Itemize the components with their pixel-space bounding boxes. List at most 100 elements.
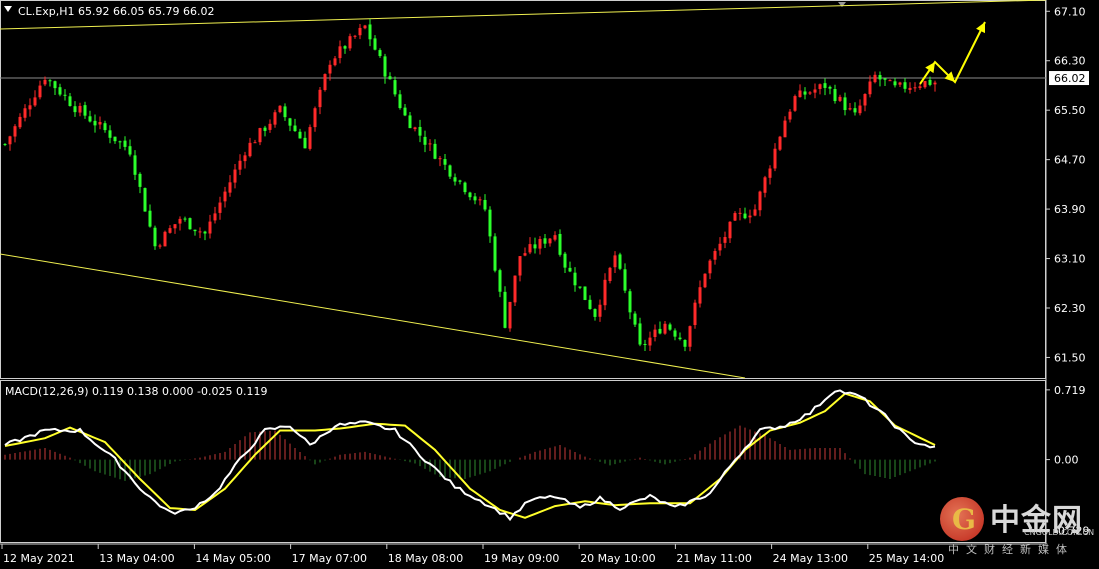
- candle-body: [148, 210, 152, 227]
- candle-body: [448, 165, 452, 177]
- candle-body: [23, 108, 27, 118]
- candle-body: [403, 107, 407, 116]
- cngold-watermark: G 中金网 CNGOLD.COM.CN 中文财经新媒体: [940, 495, 1095, 557]
- candle-body: [308, 127, 312, 149]
- price-tick-label: 63.90: [1054, 203, 1086, 216]
- candle: [693, 299, 697, 329]
- candle-body: [568, 267, 572, 272]
- candle: [323, 73, 327, 92]
- candle-body: [823, 83, 827, 88]
- candle-body: [713, 251, 717, 260]
- candle-body: [158, 245, 162, 247]
- candle-body: [808, 92, 812, 94]
- symbol-info: CL.Exp,H1 65.92 66.05 65.79 66.02: [18, 5, 214, 18]
- candle-body: [908, 87, 912, 90]
- candle-body: [233, 169, 237, 183]
- candle-body: [628, 291, 632, 313]
- candle-body: [678, 337, 682, 340]
- candle-body: [188, 218, 192, 230]
- candle-body: [378, 50, 382, 57]
- candle-body: [93, 120, 97, 126]
- candle-body: [498, 270, 502, 292]
- candle-body: [68, 96, 72, 106]
- candle-body: [18, 116, 22, 128]
- price-tick-label: 63.10: [1054, 253, 1086, 266]
- time-tick-label: 19 May 09:00: [484, 552, 559, 565]
- candle-body: [153, 227, 157, 247]
- candle-body: [833, 89, 837, 102]
- candle-body: [893, 81, 897, 86]
- candle-body: [838, 96, 842, 101]
- candle-body: [173, 224, 177, 229]
- candle-body: [478, 199, 482, 201]
- candle-body: [688, 326, 692, 347]
- candle-body: [878, 75, 882, 80]
- candle-body: [563, 253, 567, 268]
- time-tick-label: 18 May 08:00: [388, 552, 463, 565]
- candle-body: [338, 46, 342, 59]
- candle-body: [858, 105, 862, 114]
- candle-body: [143, 188, 147, 212]
- candle-body: [488, 209, 492, 237]
- price-tick-label: 67.10: [1054, 5, 1086, 18]
- candle-body: [618, 254, 622, 269]
- candle-body: [33, 97, 37, 106]
- price-chart[interactable]: CL.Exp,H1 65.92 66.05 65.79 66.02 67.10 6…: [0, 0, 1099, 569]
- candle-body: [653, 329, 657, 337]
- candle-body: [843, 97, 847, 111]
- candle: [703, 273, 707, 289]
- candle-body: [583, 286, 587, 300]
- candle-body: [73, 106, 77, 113]
- cngold-logo: G: [940, 497, 984, 541]
- candle-body: [853, 108, 857, 113]
- candle-body: [773, 148, 777, 169]
- candle: [143, 187, 147, 212]
- candle-body: [83, 105, 87, 116]
- candle-body: [883, 78, 887, 80]
- candle-body: [323, 74, 327, 91]
- candle-body: [613, 255, 617, 268]
- candle-body: [768, 168, 772, 178]
- candle-body: [108, 130, 112, 138]
- time-tick-label: 17 May 07:00: [292, 552, 367, 565]
- candle-body: [288, 118, 292, 126]
- candle-body: [648, 337, 652, 346]
- candle-body: [923, 81, 927, 88]
- candle-body: [463, 182, 467, 193]
- candle-body: [243, 155, 247, 162]
- candle-body: [28, 105, 32, 110]
- candle: [163, 230, 167, 247]
- candle-body: [343, 46, 347, 49]
- candle-body: [793, 96, 797, 111]
- candle-body: [888, 80, 892, 82]
- candle: [493, 233, 497, 273]
- candle-body: [543, 238, 547, 244]
- time-tick-label: 13 May 04:00: [99, 552, 174, 565]
- candle-body: [528, 244, 532, 253]
- candle-body: [723, 237, 727, 243]
- candle-body: [928, 79, 932, 85]
- candle-body: [693, 302, 697, 326]
- price-tick-label: 64.70: [1054, 154, 1086, 167]
- candle-body: [43, 79, 47, 85]
- candle-body: [738, 212, 742, 214]
- candle-body: [138, 173, 142, 187]
- candle-body: [258, 128, 262, 143]
- candle: [793, 94, 797, 112]
- candle-body: [263, 127, 267, 131]
- candle-body: [733, 213, 737, 221]
- candle-body: [588, 299, 592, 309]
- candle-body: [98, 122, 102, 125]
- candle-body: [433, 143, 437, 159]
- candle-body: [198, 231, 202, 233]
- candle-body: [548, 238, 552, 244]
- candle-body: [238, 160, 242, 170]
- candle-body: [903, 82, 907, 89]
- candle-body: [518, 256, 522, 276]
- candle-body: [868, 81, 872, 95]
- candle-body: [683, 339, 687, 347]
- candle-body: [633, 313, 637, 325]
- candle-body: [248, 142, 252, 157]
- candle-body: [273, 112, 277, 125]
- candle-body: [798, 90, 802, 98]
